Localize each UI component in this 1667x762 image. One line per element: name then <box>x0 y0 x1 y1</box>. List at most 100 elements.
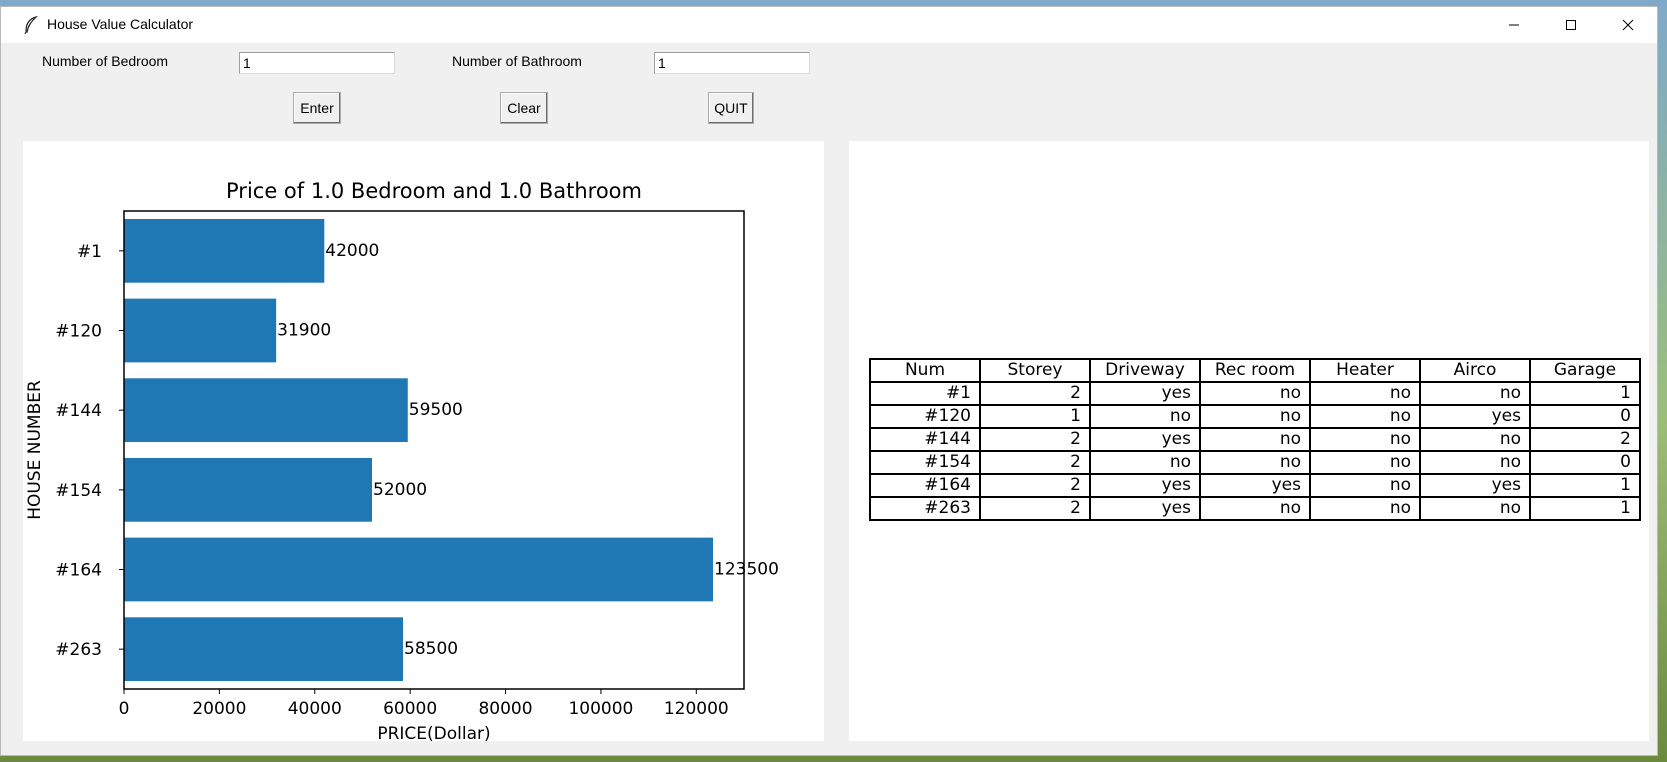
y-tick-label: #120 <box>55 322 102 342</box>
table-cell: 1 <box>1529 381 1641 406</box>
y-tick-label: #154 <box>55 481 102 501</box>
quit-button[interactable]: QUIT <box>708 92 754 124</box>
minimize-button[interactable] <box>1485 7 1542 43</box>
table-cell: 2 <box>979 496 1091 521</box>
y-tick-label: #263 <box>55 640 102 660</box>
table-cell: #120 <box>869 404 981 429</box>
table-cell: no <box>1309 404 1421 429</box>
table-row: #263 2 yes no no no 1 <box>869 496 1641 521</box>
bar-value-label: 58500 <box>404 639 458 659</box>
app-window: House Value Calculator Number of Bedroom… <box>0 6 1658 756</box>
table-header-cell: Garage <box>1529 358 1641 383</box>
maximize-icon <box>1565 20 1576 30</box>
price-bar-chart: 42000 #1 31900 #120 59500 #144 52000 #154 123500… <box>25 179 779 744</box>
table-cell: no <box>1309 381 1421 406</box>
table-cell: no <box>1199 427 1311 452</box>
x-tick-label: 100000 <box>568 699 633 719</box>
table-row: #164 2 yes yes no yes 1 <box>869 473 1641 498</box>
title-bar[interactable]: House Value Calculator <box>1 7 1657 43</box>
table-cell: 2 <box>979 450 1091 475</box>
table-cell: no <box>1199 450 1311 475</box>
table-cell: yes <box>1089 496 1201 521</box>
table-header-cell: Rec room <box>1199 358 1311 383</box>
table-cell: #154 <box>869 450 981 475</box>
bar <box>124 298 277 363</box>
x-tick-label: 20000 <box>192 699 246 719</box>
table-cell: yes <box>1089 381 1201 406</box>
table-header-cell: Heater <box>1309 358 1421 383</box>
bar <box>124 617 403 682</box>
x-tick-label: 80000 <box>478 699 532 719</box>
y-axis-label: HOUSE NUMBER <box>25 380 45 520</box>
x-tick-label: 40000 <box>288 699 342 719</box>
table-cell: yes <box>1089 427 1201 452</box>
table-cell: no <box>1419 496 1531 521</box>
x-tick-label: 120000 <box>664 699 729 719</box>
table-cell: #1 <box>869 381 981 406</box>
maximize-button[interactable] <box>1542 7 1599 43</box>
table-header-row: Num Storey Driveway Rec room Heater Airco Gara… <box>869 358 1641 383</box>
table-body: #1 2 yes no no no 1 #120 1 no no no yes 0 #144 2 yes no no… <box>869 381 1641 521</box>
table-row: #1 2 yes no no no 1 <box>869 381 1641 406</box>
table-cell: 2 <box>979 381 1091 406</box>
table-cell: no <box>1199 496 1311 521</box>
close-icon <box>1622 19 1633 31</box>
table-cell: no <box>1199 404 1311 429</box>
feather-icon <box>24 16 38 34</box>
x-tick-label: 0 <box>119 699 130 719</box>
x-axis-label: PRICE(Dollar) <box>377 724 490 741</box>
table-cell: #144 <box>869 427 981 452</box>
bar <box>124 457 372 522</box>
table-header-cell: Num <box>869 358 981 383</box>
enter-button[interactable]: Enter <box>293 92 341 124</box>
bar-value-label: 42000 <box>325 241 379 261</box>
bar <box>124 378 408 443</box>
table-cell: no <box>1199 381 1311 406</box>
bathroom-label: Number of Bathroom <box>452 53 582 69</box>
table-cell: no <box>1089 450 1201 475</box>
table-panel: Num Storey Driveway Rec room Heater Airco Gara… <box>849 141 1649 741</box>
bedroom-input[interactable] <box>239 52 395 74</box>
table-cell: #263 <box>869 496 981 521</box>
y-tick-label: #1 <box>77 242 102 262</box>
table-cell: 2 <box>979 473 1091 498</box>
table-header-cell: Airco <box>1419 358 1531 383</box>
bar <box>124 218 325 283</box>
table-cell: no <box>1309 427 1421 452</box>
table-cell: no <box>1309 496 1421 521</box>
table-cell: no <box>1419 381 1531 406</box>
table-cell: 0 <box>1529 404 1641 429</box>
clear-button[interactable]: Clear <box>500 92 548 124</box>
table-header-cell: Storey <box>979 358 1091 383</box>
table-cell: yes <box>1419 473 1531 498</box>
bathroom-input[interactable] <box>654 52 810 74</box>
table-cell: yes <box>1419 404 1531 429</box>
table-cell: 1 <box>1529 473 1641 498</box>
window-title: House Value Calculator <box>47 16 194 32</box>
bar-value-label: 123500 <box>714 560 779 580</box>
close-button[interactable] <box>1599 7 1656 43</box>
table-cell: no <box>1419 427 1531 452</box>
x-tick-label: 60000 <box>383 699 437 719</box>
bar <box>124 537 713 602</box>
table-cell: no <box>1309 450 1421 475</box>
bedroom-label: Number of Bedroom <box>42 53 169 69</box>
table-cell: 2 <box>1529 427 1641 452</box>
minimize-icon <box>1508 24 1519 26</box>
table-cell: no <box>1419 450 1531 475</box>
bar-value-label: 31900 <box>277 321 331 341</box>
chart-title: Price of 1.0 Bedroom and 1.0 Bathroom <box>226 179 642 203</box>
table-row: #120 1 no no no yes 0 <box>869 404 1641 429</box>
y-tick-label: #144 <box>55 401 102 421</box>
table-cell: yes <box>1199 473 1311 498</box>
table-cell: 0 <box>1529 450 1641 475</box>
table-cell: yes <box>1089 473 1201 498</box>
table-cell: 1 <box>1529 496 1641 521</box>
table-row: #144 2 yes no no no 2 <box>869 427 1641 452</box>
y-tick-label: #164 <box>55 561 102 581</box>
table-header-cell: Driveway <box>1089 358 1201 383</box>
chart-panel: 42000 #1 31900 #120 59500 #144 52000 #154 123500… <box>23 141 824 744</box>
bar-value-label: 52000 <box>373 480 427 500</box>
bar-value-label: 59500 <box>409 400 463 420</box>
table-cell: 2 <box>979 427 1091 452</box>
